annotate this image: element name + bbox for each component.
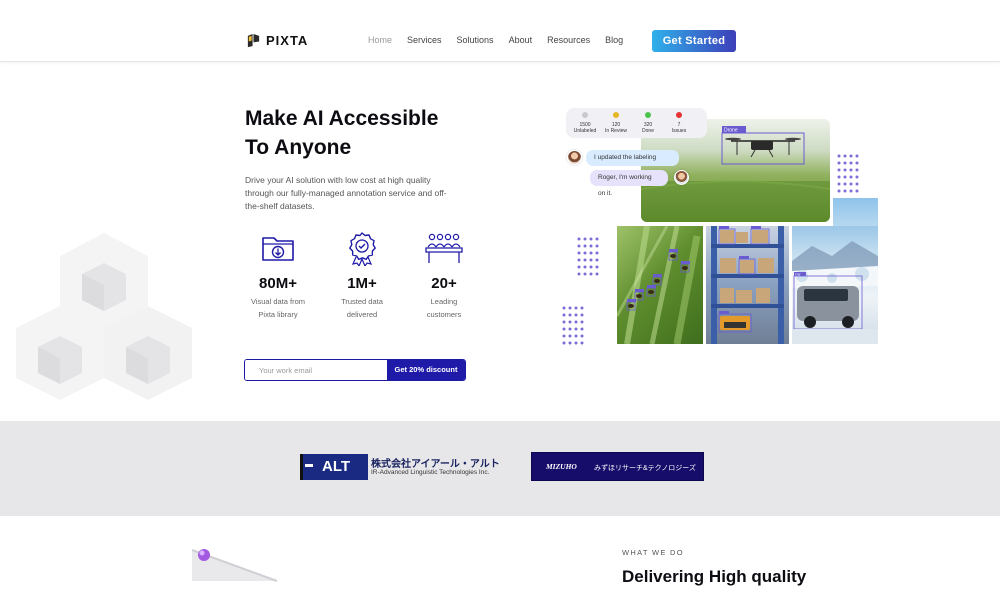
leaf-annotation-graphic (617, 226, 701, 344)
warehouse-annotation-graphic (711, 226, 784, 344)
status-issues: 7 Issues (664, 112, 694, 134)
team-meeting-icon (425, 233, 463, 263)
car-tag: Car (795, 272, 801, 276)
alt-logo-text: ALT (322, 458, 351, 475)
stat-label-line: Pixta library (258, 310, 298, 319)
hero-title-line-1: Make AI Accessible (245, 107, 439, 130)
site-header (0, 0, 1000, 62)
status-unlabeled: 1500 Unlabeled (570, 112, 600, 134)
hero-title: Make AI Accessible To Anyone (245, 104, 505, 162)
section-heading: Delivering High quality (622, 567, 807, 586)
status-dot (645, 112, 651, 118)
sky-photo-strip (833, 198, 878, 226)
status-dot (613, 112, 619, 118)
drone-tag: Drone (724, 128, 738, 134)
hero-description: Drive your AI solution with low cost at … (245, 175, 447, 211)
decorative-dot-grid (562, 306, 584, 345)
stat-value: 80M+ (259, 275, 297, 292)
nav-item-blog[interactable]: Blog (605, 35, 623, 45)
get-started-button[interactable]: Get Started (652, 30, 736, 52)
status-in-review: 120 In Review (601, 112, 631, 134)
stat-label-line: delivered (346, 310, 378, 319)
folder-download-icon (262, 237, 294, 261)
car-snow-photo: Car (792, 226, 878, 344)
stat-label: Trusted data delivered (325, 295, 399, 321)
alt-partner-logo[interactable]: ALT 株式会社アイアール・アルト IR-Advanced Linguistic… (300, 454, 510, 480)
plant-leaves-photo (617, 226, 703, 344)
nav-item-home[interactable]: Home (368, 35, 392, 45)
stat-value: 20+ (431, 275, 457, 292)
stat-label-line: Leading (430, 297, 458, 306)
status-dot (582, 112, 588, 118)
work-email-input[interactable] (245, 360, 387, 380)
get-discount-button[interactable]: Get 20% discount (387, 360, 465, 380)
mizuho-company-name: みずほリサーチ&テクノロジーズ (594, 465, 696, 472)
nav-item-about[interactable]: About (509, 35, 533, 45)
decorative-cubes-graphic (16, 233, 192, 400)
hero-title-line-2: To Anyone (245, 136, 352, 159)
user-avatar-male (674, 170, 689, 185)
stat-visual-data: 80M+ Visual data from Pixta library (241, 230, 315, 321)
decorative-tube-graphic (192, 549, 278, 582)
email-signup-form: Get 20% discount (244, 359, 466, 381)
logo-text: PIXTA (266, 33, 309, 48)
mizuho-mark: MIZUHO (546, 462, 577, 471)
award-badge-icon (349, 232, 376, 268)
alt-company-japanese: 株式会社アイアール・アルト (371, 459, 500, 470)
pixta-logo-icon (247, 33, 260, 48)
stat-customers: 20+ Leading customers (407, 230, 481, 321)
status-label: In Review (605, 128, 627, 134)
user-avatar-female (567, 150, 582, 165)
chat-bubble: I updated the labeling guide. (586, 150, 679, 177)
alt-logo-box: ALT (300, 454, 368, 480)
status-label: Unlabeled (573, 128, 597, 134)
section-eyebrow: WHAT WE DO (622, 548, 684, 557)
nav-item-solutions[interactable]: Solutions (457, 35, 494, 45)
nav-item-resources[interactable]: Resources (547, 35, 590, 45)
annotation-status-card: 1500 Unlabeled 120 In Review 320 Done 7 … (566, 108, 707, 138)
status-label: Done (642, 128, 654, 134)
status-label: Issues (671, 128, 687, 134)
alt-company-english: IR-Advanced Linguistic Technologies Inc. (371, 469, 490, 476)
decorative-dot-grid (577, 237, 599, 276)
stat-label-line: Visual data from (250, 297, 306, 306)
pixta-logo[interactable]: PIXTA (246, 33, 308, 48)
stat-trusted-data: 1M+ Trusted data delivered (325, 230, 399, 321)
stat-label-line: Trusted data (341, 297, 383, 306)
car-annotation-graphic: Car (792, 241, 878, 344)
stat-label: Visual data from Pixta library (241, 295, 315, 321)
decorative-dot-grid (837, 154, 859, 193)
stat-label-line: customers (426, 310, 462, 319)
main-nav: Home Services Solutions About Resources … (368, 35, 623, 45)
status-dot (676, 112, 682, 118)
status-done: 320 Done (633, 112, 663, 134)
nav-item-services[interactable]: Services (407, 35, 442, 45)
stat-value: 1M+ (347, 275, 377, 292)
warehouse-robot-photo (706, 226, 789, 344)
stat-label: Leading customers (407, 295, 481, 321)
chat-bubble: Roger, I'm working on it. (590, 170, 668, 197)
mizuho-partner-logo[interactable]: MIZUHO みずほリサーチ&テクノロジーズ (531, 452, 704, 481)
